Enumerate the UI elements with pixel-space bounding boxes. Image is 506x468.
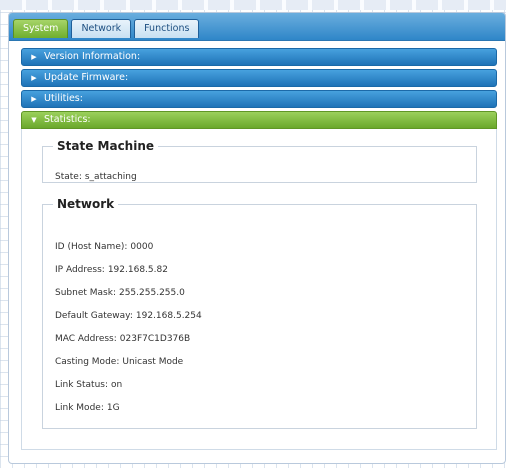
row-value: 192.168.5.82: [107, 265, 168, 275]
state-machine-title: State Machine: [57, 139, 155, 153]
row-label: Link Status:: [55, 380, 109, 390]
row-label: MAC Address:: [55, 334, 117, 344]
accordion-statistics[interactable]: ▼ Statistics:: [21, 111, 497, 129]
row-label: ID (Host Name):: [55, 242, 128, 252]
row-value: 0000: [130, 242, 154, 252]
network-row-host-name: ID (Host Name): 0000: [55, 241, 202, 264]
row-value: Unicast Mode: [122, 357, 184, 367]
row-label: Subnet Mask:: [55, 288, 116, 298]
row-value: 023F7C1D376B: [119, 334, 191, 344]
accordion-update-firmware[interactable]: ▶ Update Firmware:: [21, 69, 497, 87]
state-row: State: s_attaching: [55, 172, 137, 182]
tab-system[interactable]: System: [13, 19, 69, 38]
state-label: State:: [55, 172, 82, 182]
accordion-version-information[interactable]: ▶ Version Information:: [21, 48, 497, 66]
triangle-right-icon: ▶: [31, 95, 37, 103]
network-title: Network: [57, 197, 115, 211]
tab-content: ▶ Version Information: ▶ Update Firmware…: [9, 41, 505, 450]
network-row-ip-address: IP Address: 192.168.5.82: [55, 264, 202, 287]
state-machine-group: State Machine State: s_attaching: [42, 139, 477, 183]
network-row-mac-address: MAC Address: 023F7C1D376B: [55, 333, 202, 356]
triangle-right-icon: ▶: [31, 53, 37, 61]
tab-bar: System Network Functions: [9, 13, 505, 41]
row-value: on: [111, 380, 123, 390]
tab-network[interactable]: Network: [71, 19, 132, 38]
network-row-link-status: Link Status: on: [55, 379, 202, 402]
accordion-utilities[interactable]: ▶ Utilities:: [21, 90, 497, 108]
network-rows: ID (Host Name): 0000 IP Address: 192.168.5…: [55, 241, 202, 425]
network-row-subnet-mask: Subnet Mask: 255.255.255.0: [55, 287, 202, 310]
row-label: IP Address:: [55, 265, 105, 275]
row-value: 255.255.255.0: [118, 288, 185, 298]
network-row-casting-mode: Casting Mode: Unicast Mode: [55, 356, 202, 379]
state-value: s_attaching: [84, 172, 137, 182]
top-strip: [0, 0, 506, 10]
accordion-label: Version Information:: [44, 51, 141, 62]
tab-functions[interactable]: Functions: [134, 19, 200, 38]
row-label: Casting Mode:: [55, 357, 120, 367]
triangle-right-icon: ▶: [31, 74, 37, 82]
accordion-label: Statistics:: [44, 114, 91, 125]
row-value: 1G: [106, 403, 120, 413]
network-row-link-mode: Link Mode: 1G: [55, 402, 202, 425]
network-row-default-gateway: Default Gateway: 192.168.5.254: [55, 310, 202, 333]
accordion-label: Update Firmware:: [44, 72, 129, 83]
main-panel: System Network Functions ▶ Version Infor…: [8, 12, 506, 464]
accordion-label: Utilities:: [44, 93, 83, 104]
row-label: Default Gateway:: [55, 311, 133, 321]
row-value: 192.168.5.254: [135, 311, 202, 321]
row-label: Link Mode:: [55, 403, 104, 413]
network-group: Network ID (Host Name): 0000 IP Address: 1…: [42, 197, 477, 429]
statistics-panel: State Machine State: s_attaching Network …: [21, 129, 497, 450]
triangle-down-icon: ▼: [31, 116, 37, 124]
